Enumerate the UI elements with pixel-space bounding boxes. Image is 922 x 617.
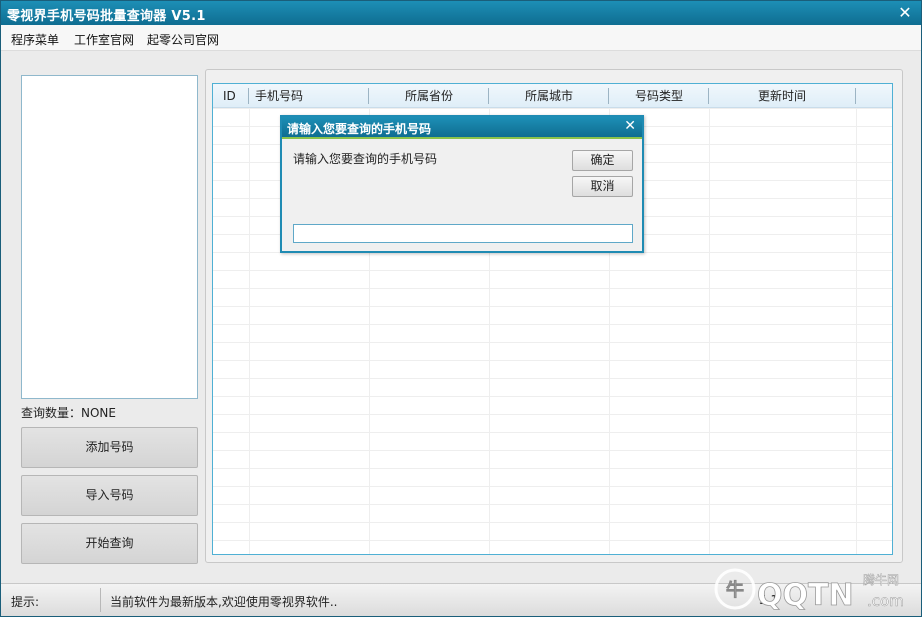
query-count: 查询数量：NONE: [21, 406, 116, 420]
phone-number-input[interactable]: [293, 224, 633, 243]
dialog-close-icon[interactable]: ✕: [624, 118, 636, 134]
menu-item-program[interactable]: 程序菜单: [11, 31, 59, 48]
status-divider: [100, 588, 101, 612]
status-label: 提示:: [11, 595, 40, 609]
column-divider: [488, 88, 489, 104]
column-header-type[interactable]: 号码类型: [635, 84, 683, 108]
dialog-title: 请输入您要查询的手机号码: [287, 122, 432, 136]
status-message: 当前软件为最新版本,欢迎使用零视界软件..: [110, 595, 338, 609]
svg-text:.com: .com: [867, 592, 904, 610]
column-divider: [368, 88, 369, 104]
svg-text:QQTN: QQTN: [757, 578, 854, 613]
column-divider: [855, 88, 856, 104]
watermark-logo: 牛 QQTN .com 腾牛网: [713, 567, 913, 613]
menu-item-studio-site[interactable]: 工作室官网: [74, 31, 134, 48]
menu-bar: 程序菜单 工作室官网 起零公司官网: [1, 25, 921, 51]
column-divider: [248, 88, 249, 104]
app-window: 零视界手机号码批量查询器 V5.1 ✕ 程序菜单 工作室官网 起零公司官网 查询…: [0, 0, 922, 617]
svg-text:腾牛网: 腾牛网: [863, 572, 899, 587]
dialog-prompt: 请输入您要查询的手机号码: [293, 152, 438, 166]
close-icon[interactable]: ✕: [895, 3, 915, 23]
import-number-button[interactable]: 导入号码: [21, 475, 198, 516]
start-query-button[interactable]: 开始查询: [21, 523, 198, 564]
grid-header: ID 手机号码 所属省份 所属城市 号码类型 更新时间: [213, 84, 892, 108]
window-title: 零视界手机号码批量查询器 V5.1: [7, 9, 206, 24]
column-header-id[interactable]: ID: [223, 84, 236, 108]
number-list[interactable]: [21, 75, 198, 399]
column-header-city[interactable]: 所属城市: [525, 84, 573, 108]
column-header-province[interactable]: 所属省份: [405, 84, 453, 108]
dialog-title-bar[interactable]: 请输入您要查询的手机号码 ✕: [282, 117, 642, 139]
grid-column-line: [249, 108, 250, 554]
column-header-phone[interactable]: 手机号码: [255, 84, 303, 108]
column-divider: [708, 88, 709, 104]
column-divider: [608, 88, 609, 104]
input-dialog: 请输入您要查询的手机号码 ✕ 请输入您要查询的手机号码 确定 取消: [280, 115, 644, 253]
menu-item-company-site[interactable]: 起零公司官网: [147, 31, 219, 48]
svg-text:牛: 牛: [726, 579, 744, 601]
add-number-button[interactable]: 添加号码: [21, 427, 198, 468]
cancel-button[interactable]: 取消: [572, 176, 633, 197]
grid-column-line: [856, 108, 857, 554]
ok-button[interactable]: 确定: [572, 150, 633, 171]
watermark-icon: 牛 QQTN .com 腾牛网: [714, 568, 904, 613]
grid-column-line: [709, 108, 710, 554]
column-header-update-time[interactable]: 更新时间: [758, 84, 806, 108]
title-bar[interactable]: 零视界手机号码批量查询器 V5.1 ✕: [1, 1, 921, 25]
